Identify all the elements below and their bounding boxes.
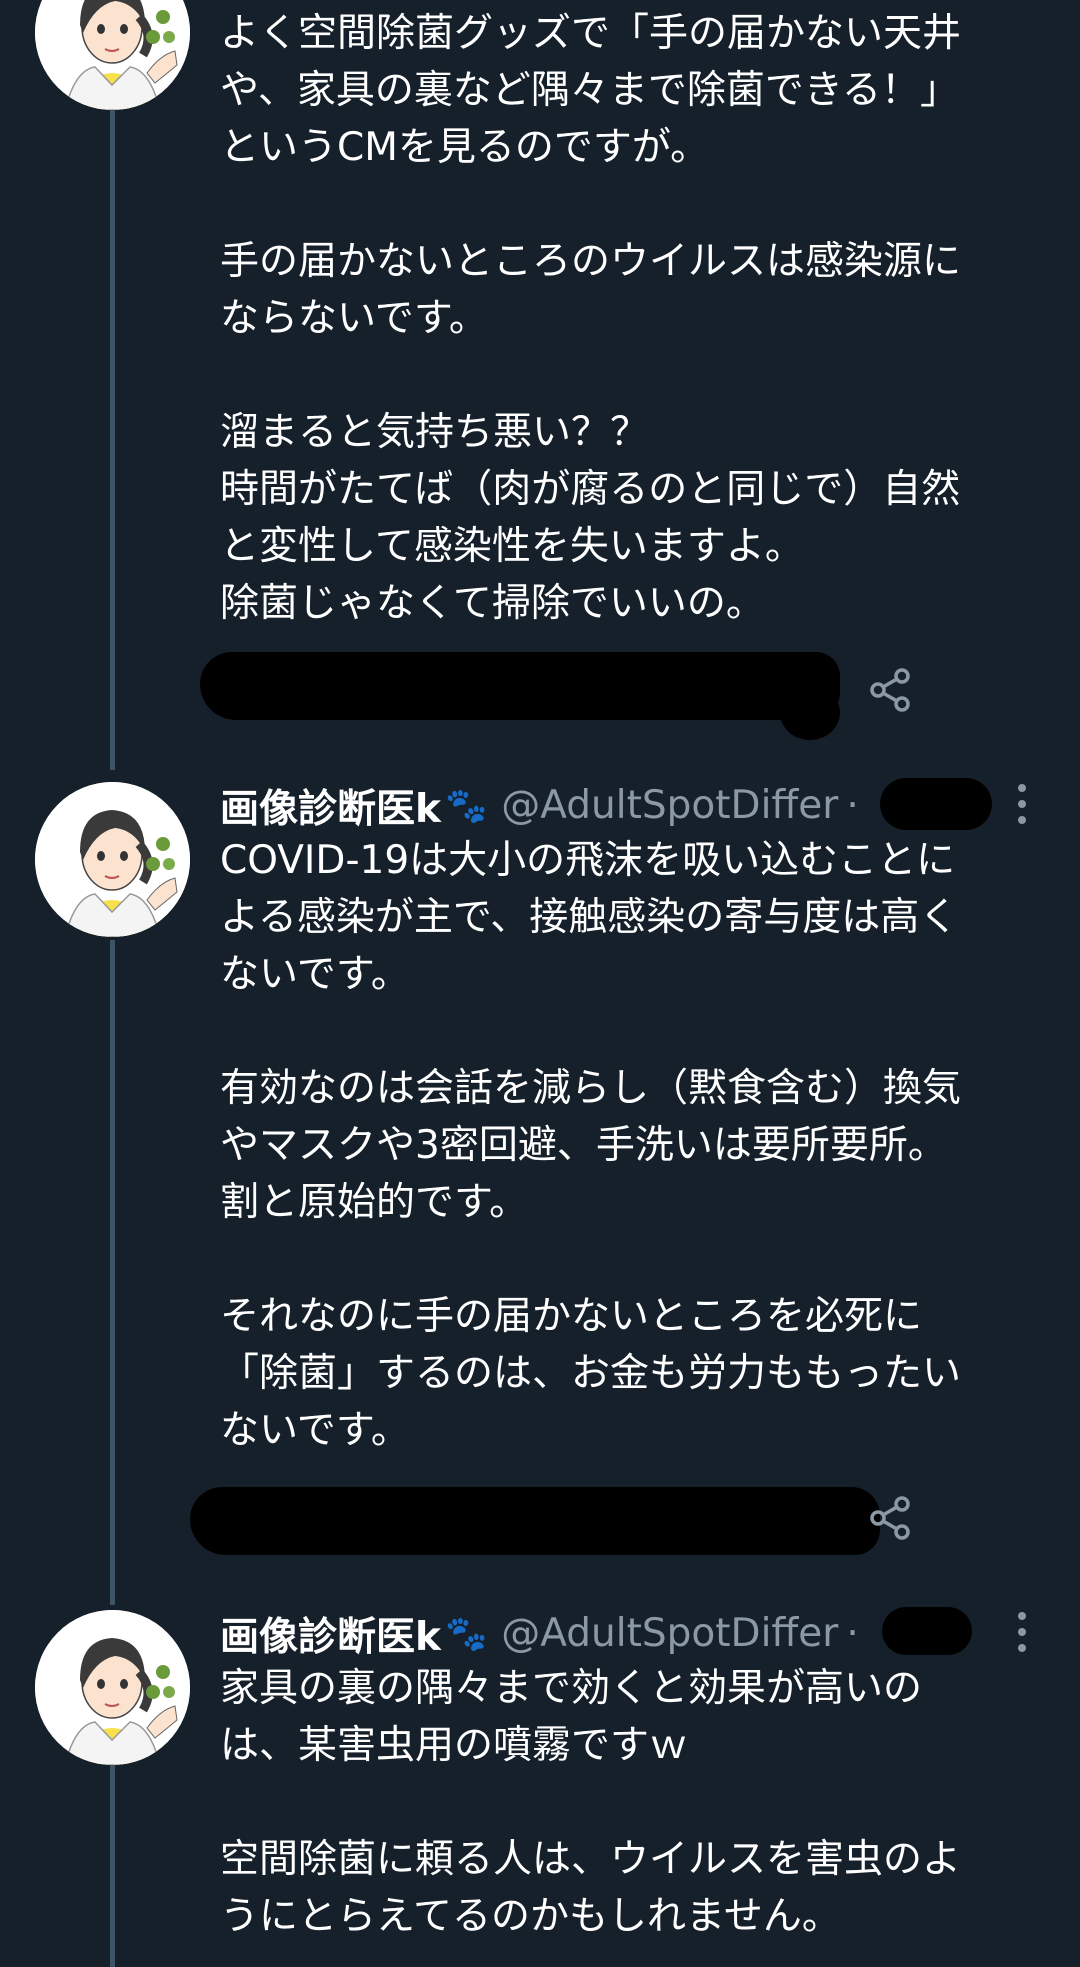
user-handle[interactable]: @AdultSpotDiffer xyxy=(501,1611,838,1656)
thread-connector-line xyxy=(110,110,115,770)
tweet-header: 画像診断医k 🐾 @AdultSpotDiffer · xyxy=(220,1605,859,1662)
more-vertical-icon[interactable] xyxy=(1012,1612,1032,1652)
avatar-illustration xyxy=(35,0,190,110)
redaction-mark xyxy=(200,652,840,720)
separator-dot: · xyxy=(846,783,859,828)
tweet-text: 家具の裏の隅々まで効くと効果が高いの は、某害虫用の噴霧ですｗ 空間除菌に頼る人… xyxy=(220,1666,962,1939)
avatar-illustration xyxy=(35,1610,190,1765)
paw-icon: 🐾 xyxy=(444,785,488,826)
tweet-text: よく空間除菌グッズで「手の届かない天井 や、家具の裏など隅々まで除菌できる！」 … xyxy=(220,11,962,626)
redaction-mark xyxy=(880,778,992,830)
separator-dot: · xyxy=(846,1611,859,1656)
display-name[interactable]: 画像診断医k xyxy=(220,1606,441,1662)
more-vertical-icon[interactable] xyxy=(1012,784,1032,824)
redaction-mark xyxy=(882,1607,972,1655)
thread-connector-line xyxy=(110,1765,115,1967)
avatar-illustration xyxy=(35,782,190,937)
tweet-text: COVID-19は大小の飛沫を吸い込むことに よる感染が主で、接触感染の寄与度は… xyxy=(220,838,962,1453)
share-icon[interactable] xyxy=(866,666,914,714)
user-handle[interactable]: @AdultSpotDiffer xyxy=(501,783,838,828)
redaction-mark xyxy=(190,1487,880,1555)
tweet-header: 画像診断医k 🐾 @AdultSpotDiffer · xyxy=(220,777,859,834)
share-icon[interactable] xyxy=(866,1494,914,1542)
paw-icon: 🐾 xyxy=(444,1613,488,1654)
display-name[interactable]: 画像診断医k xyxy=(220,778,441,834)
thread-connector-line xyxy=(110,940,115,1605)
avatar[interactable] xyxy=(35,782,190,937)
avatar[interactable] xyxy=(35,0,190,110)
avatar[interactable] xyxy=(35,1610,190,1765)
redaction-mark xyxy=(780,685,840,740)
